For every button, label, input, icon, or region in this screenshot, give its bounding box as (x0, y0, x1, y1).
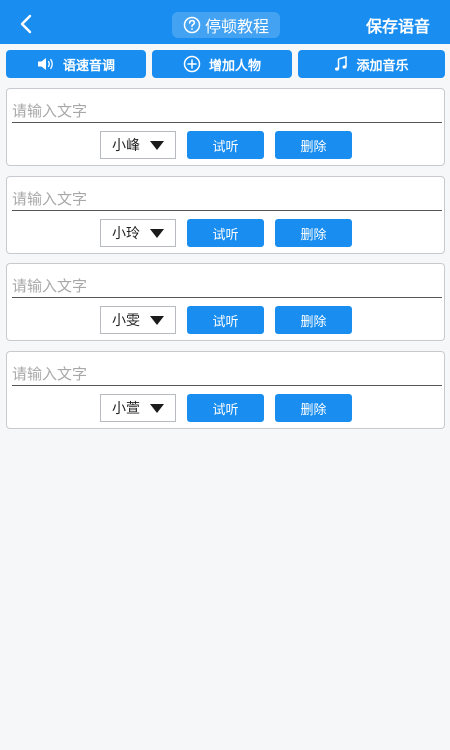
save-voice-button[interactable]: 保存语音 (366, 13, 430, 37)
music-note-icon (335, 56, 348, 71)
back-button[interactable] (14, 12, 38, 36)
speed-pitch-label: 语速音调 (62, 58, 115, 74)
add-music-label: 添加音乐 (356, 58, 409, 74)
speed-pitch-button[interactable]: 语速音调 (6, 50, 146, 78)
add-character-label: 增加人物 (208, 58, 261, 74)
question-circle-icon (183, 16, 201, 34)
speaker-select[interactable]: 小雯 (100, 306, 176, 334)
delete-button[interactable]: 删除 (275, 131, 352, 159)
text-input[interactable] (12, 362, 442, 386)
delete-button[interactable]: 删除 (275, 306, 352, 334)
preview-button[interactable]: 试听 (187, 394, 264, 422)
caret-down-icon (150, 403, 164, 413)
top-bar: 停顿教程 保存语音 (0, 0, 450, 44)
speaker-select[interactable]: 小萱 (100, 394, 176, 422)
text-input[interactable] (12, 187, 442, 211)
dialogue-entry: 小玲 试听 删除 (6, 176, 445, 254)
preview-button[interactable]: 试听 (187, 219, 264, 247)
speaker-name: 小玲 (112, 226, 140, 242)
chevron-left-icon (20, 14, 32, 34)
dialogue-entry: 小萱 试听 删除 (6, 351, 445, 429)
speaker-select[interactable]: 小玲 (100, 219, 176, 247)
speaker-select[interactable]: 小峰 (100, 131, 176, 159)
text-input[interactable] (12, 274, 442, 298)
speaker-name: 小峰 (112, 138, 140, 154)
preview-button[interactable]: 试听 (187, 131, 264, 159)
speaker-name: 小雯 (112, 313, 140, 329)
speaker-name: 小萱 (112, 401, 140, 417)
pause-tutorial-button[interactable]: 停顿教程 (172, 12, 280, 38)
preview-button[interactable]: 试听 (187, 306, 264, 334)
toolbar: 语速音调 增加人物 添加音乐 (6, 50, 446, 78)
caret-down-icon (150, 140, 164, 150)
add-music-button[interactable]: 添加音乐 (298, 50, 445, 78)
speaker-icon (37, 58, 53, 70)
plus-circle-icon (183, 55, 201, 73)
pause-tutorial-label: 停顿教程 (204, 17, 269, 36)
caret-down-icon (150, 315, 164, 325)
delete-button[interactable]: 删除 (275, 219, 352, 247)
add-character-button[interactable]: 增加人物 (152, 50, 292, 78)
dialogue-entry: 小雯 试听 删除 (6, 263, 445, 341)
caret-down-icon (150, 228, 164, 238)
delete-button[interactable]: 删除 (275, 394, 352, 422)
text-input[interactable] (12, 99, 442, 123)
dialogue-entry: 小峰 试听 删除 (6, 88, 445, 166)
